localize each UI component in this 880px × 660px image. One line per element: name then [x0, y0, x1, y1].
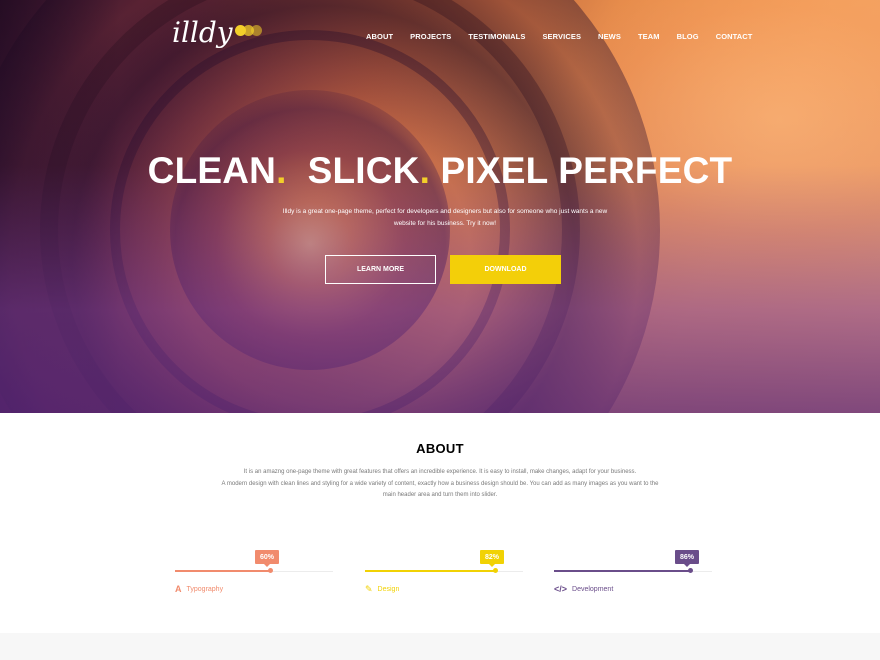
skill-label-text: Typography — [186, 585, 224, 593]
nav-blog[interactable]: BLOG — [677, 32, 699, 41]
nav-testimonials[interactable]: TESTIMONIALS — [468, 32, 525, 41]
download-button[interactable]: DOWNLOAD — [450, 255, 561, 284]
skill-development: 86% </> Development — [554, 549, 712, 599]
skill-knob — [268, 568, 273, 573]
headline-word-3: PIXEL PERFECT — [440, 150, 733, 191]
typography-icon: A — [175, 584, 182, 594]
nav-projects[interactable]: PROJECTS — [410, 32, 451, 41]
skill-design: 82% ✎ Design — [365, 549, 523, 599]
nav-news[interactable]: NEWS — [598, 32, 621, 41]
skill-label: A Typography — [175, 584, 223, 594]
nav-team[interactable]: TEAM — [638, 32, 660, 41]
logo-dots-icon — [234, 25, 262, 36]
hero-section: illdy ABOUT PROJECTS TESTIMONIALS SERVIC… — [0, 0, 880, 413]
skill-label: </> Development — [554, 584, 613, 594]
skill-typography: 60% A Typography — [175, 549, 333, 599]
nav-services[interactable]: SERVICES — [542, 32, 581, 41]
headline-dot: . — [419, 150, 431, 191]
main-nav: ABOUT PROJECTS TESTIMONIALS SERVICES NEW… — [366, 32, 770, 41]
about-text-line-1: It is an amazng one-page theme with grea… — [243, 469, 637, 475]
headline-word-1: CLEAN — [147, 150, 277, 191]
learn-more-button[interactable]: LEARN MORE — [325, 255, 436, 284]
logo-text: illdy — [172, 16, 233, 49]
skill-percent-badge: 60% — [255, 550, 280, 567]
headline-dot: . — [276, 150, 287, 191]
headline-word-2: SLICK — [307, 150, 420, 191]
pencil-icon: ✎ — [365, 584, 373, 594]
skill-label-text: Design — [377, 586, 400, 593]
next-section-strip — [0, 633, 880, 660]
skill-percent-badge: 86% — [675, 550, 700, 567]
skill-percent-badge: 82% — [480, 550, 505, 567]
about-title: ABOUT — [416, 441, 464, 456]
skill-label: ✎ Design — [365, 584, 399, 595]
skill-fill — [365, 570, 495, 572]
about-description: It is an amazng one-page theme with grea… — [216, 467, 664, 502]
site-logo[interactable]: illdy — [172, 16, 262, 49]
code-icon: </> — [554, 584, 568, 594]
hero-headline: CLEAN. SLICK. PIXEL PERFECT — [0, 150, 880, 192]
skill-fill — [175, 570, 270, 572]
skill-knob — [493, 568, 498, 573]
about-text-line-2: A modern design with clean lines and sty… — [221, 480, 659, 499]
hero-subtext: Illdy is a great one-page theme, perfect… — [282, 208, 608, 227]
skill-knob — [688, 568, 693, 573]
skill-label-text: Development — [572, 585, 614, 593]
nav-contact[interactable]: CONTACT — [716, 32, 753, 41]
nav-about[interactable]: ABOUT — [366, 32, 393, 41]
skill-fill — [554, 570, 690, 572]
